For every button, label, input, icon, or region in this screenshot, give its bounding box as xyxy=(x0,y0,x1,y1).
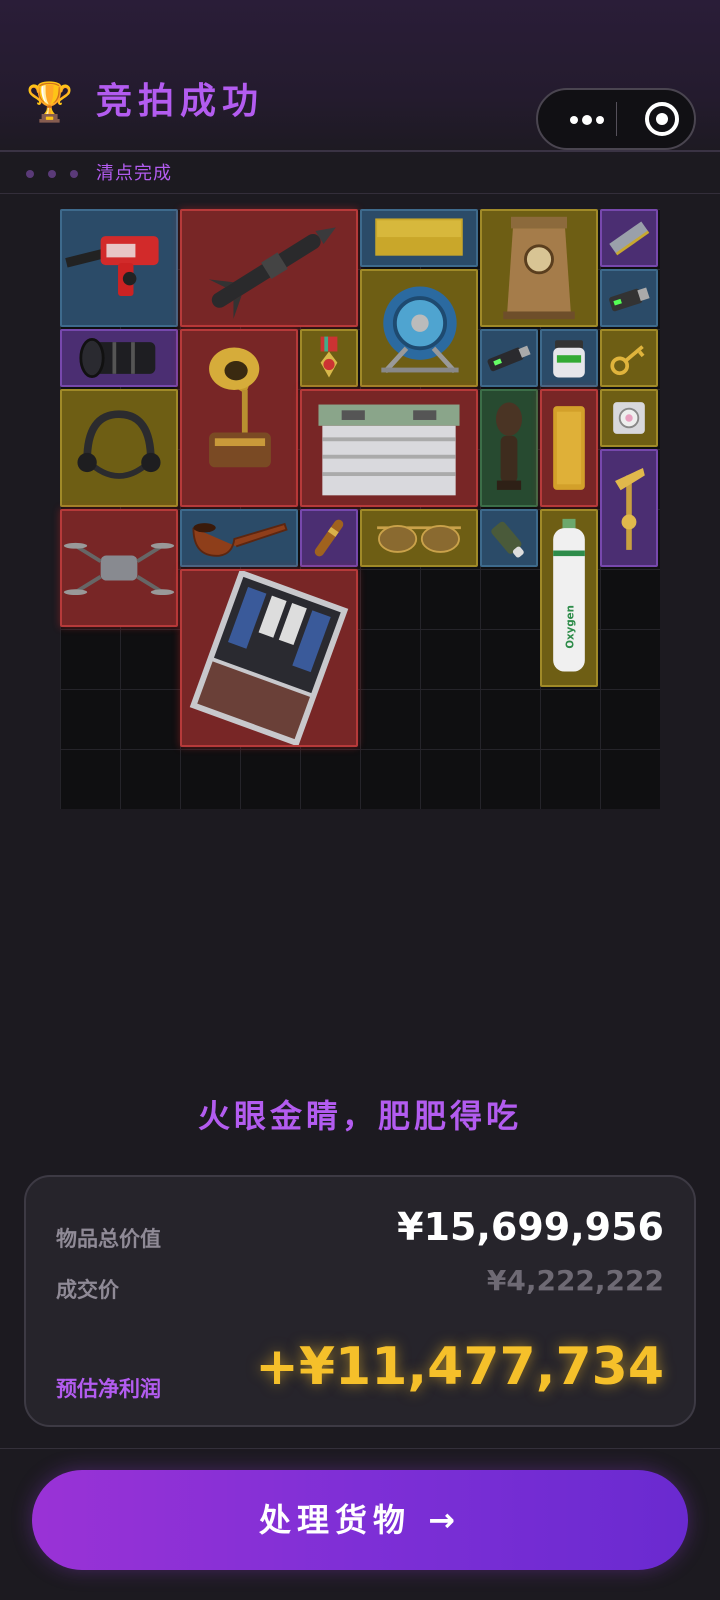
deal-price-value: ¥4,222,222 xyxy=(486,1264,664,1297)
item-gold-ingot[interactable] xyxy=(540,389,598,507)
item-hose-reel[interactable] xyxy=(360,269,478,387)
item-clock[interactable] xyxy=(480,209,598,327)
item-drone[interactable] xyxy=(60,509,178,627)
item-oxygen-tank[interactable]: Oxygen xyxy=(540,509,598,687)
profit-label: 预估净利润 xyxy=(56,1377,161,1401)
summary-card: 物品总价值 ¥15,699,956 成交价 ¥4,222,222 预估净利润 +… xyxy=(24,1175,696,1427)
total-value: ¥15,699,956 xyxy=(397,1205,664,1249)
item-usb-drive[interactable] xyxy=(600,269,658,327)
item-server[interactable] xyxy=(180,569,358,747)
item-lighter[interactable] xyxy=(480,509,538,567)
item-rotary-hammer[interactable] xyxy=(60,209,178,327)
total-value-label: 物品总价值 xyxy=(56,1227,161,1251)
deal-price-label: 成交价 xyxy=(56,1278,119,1302)
item-usb-stick[interactable] xyxy=(480,329,538,387)
footer-divider xyxy=(0,1448,720,1449)
more-dots-icon[interactable] xyxy=(558,90,618,148)
item-phonograph[interactable] xyxy=(180,329,298,507)
item-pipe[interactable] xyxy=(180,509,298,567)
process-goods-button[interactable]: 处理货物 → xyxy=(32,1470,688,1570)
item-jar[interactable] xyxy=(540,329,598,387)
item-gold-plate[interactable] xyxy=(360,209,478,267)
item-headset[interactable] xyxy=(60,389,178,507)
item-statue[interactable] xyxy=(480,389,538,507)
item-missile[interactable] xyxy=(180,209,358,327)
item-companion-cube[interactable] xyxy=(600,389,658,447)
item-medal[interactable] xyxy=(300,329,358,387)
mini-program-capsule xyxy=(536,88,696,150)
process-goods-label: 处理货物 → xyxy=(259,1501,461,1539)
item-gold-hammer[interactable] xyxy=(600,449,658,567)
trophy-icon: 🏆 xyxy=(26,80,74,124)
slogan: 火眼金睛，肥肥得吃 xyxy=(197,1097,522,1135)
item-cigar[interactable] xyxy=(300,509,358,567)
capsule-divider xyxy=(616,102,617,136)
item-memory-stick[interactable] xyxy=(600,209,658,267)
status-bar: 清点完成 xyxy=(0,154,720,194)
header: 🏆 竞拍成功 xyxy=(0,0,720,152)
item-battery[interactable] xyxy=(300,389,478,507)
profit-value: +¥11,477,734 xyxy=(255,1337,664,1397)
item-golden-key[interactable] xyxy=(600,329,658,387)
status-text: 清点完成 xyxy=(96,163,172,184)
item-sunglasses[interactable] xyxy=(360,509,478,567)
item-camera-lens[interactable] xyxy=(60,329,178,387)
page-title: 竞拍成功 xyxy=(96,81,265,122)
target-circle-icon[interactable] xyxy=(638,90,686,148)
progress-dots-icon xyxy=(26,170,86,180)
svg-text:Oxygen: Oxygen xyxy=(565,605,577,649)
inventory-grid: Oxygen xyxy=(60,209,660,809)
